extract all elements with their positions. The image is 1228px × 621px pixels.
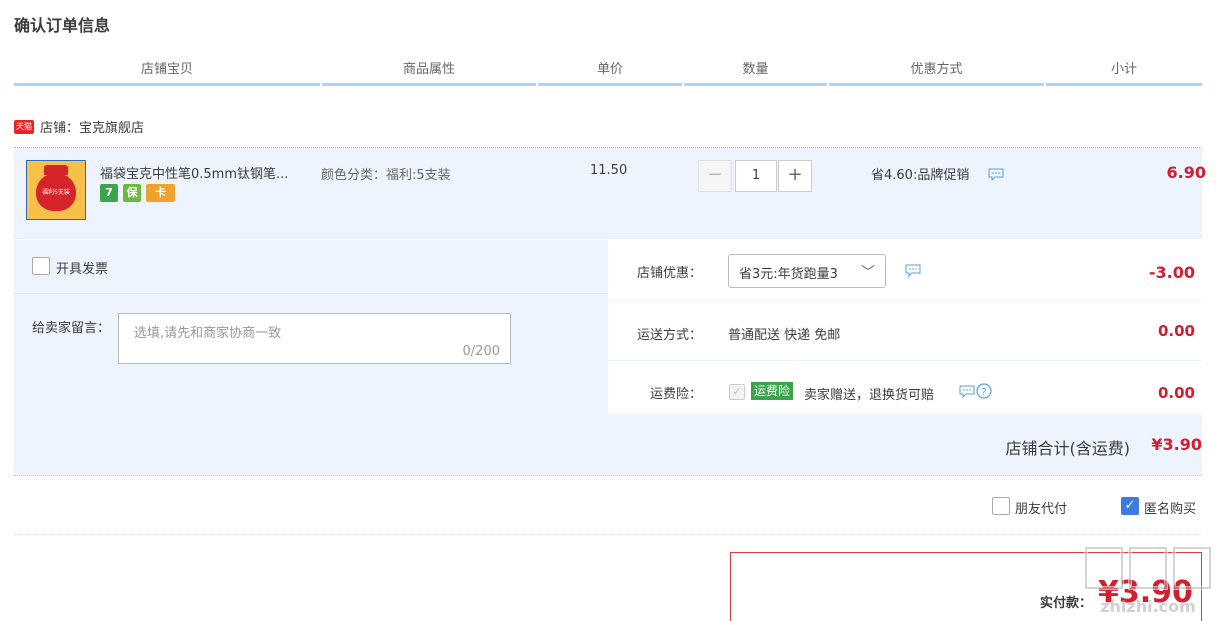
invoice-checkbox[interactable]: [32, 257, 50, 275]
column-header-subtotal: 小计: [1046, 60, 1202, 86]
seller-memo-textarea[interactable]: 选填,请先和商家协商一致 0/200: [118, 313, 511, 364]
plus-icon: +: [787, 164, 803, 185]
column-header-attributes: 商品属性: [322, 60, 536, 86]
shipping-amount: 0.00: [1157, 322, 1195, 340]
friend-pay-checkbox[interactable]: [992, 497, 1010, 515]
message-icon[interactable]: [905, 264, 921, 277]
seven-day-return-icon: 7: [100, 184, 118, 202]
column-header-shop-items: 店铺宝贝: [14, 60, 320, 86]
quantity-increase-button[interactable]: +: [778, 160, 812, 192]
message-icon[interactable]: [959, 385, 975, 398]
anonymous-purchase-checkbox[interactable]: ✓: [1121, 497, 1139, 515]
shop-name[interactable]: 店铺：宝克旗舰店: [40, 117, 144, 136]
column-header-quantity: 数量: [684, 60, 827, 86]
svg-text:?: ?: [981, 387, 986, 398]
memo-label: 给卖家留言：: [32, 321, 111, 336]
quantity-decrease-button[interactable]: −: [698, 160, 732, 192]
divider: [608, 300, 1202, 301]
chevron-down-icon: ﹀: [861, 265, 875, 281]
shipping-label: 运送方式：: [636, 328, 702, 343]
watermark-logo: zhizhi.com: [1084, 546, 1212, 616]
quantity-input[interactable]: 1: [735, 160, 777, 192]
shop-total-label: 店铺合计(含运费): [1005, 439, 1131, 458]
anonymous-purchase-label: 匿名购买: [1144, 502, 1197, 517]
guarantee-icon: 保: [123, 184, 141, 202]
question-icon[interactable]: ?: [976, 383, 992, 399]
insurance-label: 运费险：: [649, 387, 702, 402]
item-thumbnail[interactable]: 福利5支装: [26, 160, 86, 220]
shop-coupon-selected: 省3元:年货跑量3: [739, 267, 838, 282]
divider: [14, 293, 608, 294]
shop-coupon-label: 店铺优惠：: [636, 266, 702, 281]
insurance-amount: 0.00: [1157, 384, 1195, 402]
svg-text:zhizhi.com: zhizhi.com: [1100, 597, 1196, 616]
column-header-unit-price: 单价: [538, 60, 682, 86]
item-attributes: 颜色分类：福利:5支装: [321, 168, 451, 183]
column-header-discount: 优惠方式: [829, 60, 1044, 86]
shipping-method: 普通配送 快递 免邮: [728, 328, 841, 343]
divider: [14, 534, 1202, 535]
divider: [608, 360, 1202, 361]
shop-coupon-amount: -3.00: [1148, 263, 1195, 282]
item-unit-price: 11.50: [590, 163, 628, 178]
item-panel: [14, 147, 1202, 239]
memo-char-counter: 0/200: [462, 344, 500, 359]
thumb-caption: 福利5支装: [42, 189, 70, 196]
page-title: 确认订单信息: [14, 16, 111, 35]
shop-total-value: ¥3.90: [1151, 435, 1202, 454]
item-promotion: 省4.60:品牌促销: [871, 168, 970, 183]
insurance-checkbox: ✓: [729, 384, 745, 400]
shop-row: 天猫 店铺：宝克旗舰店: [14, 117, 144, 136]
check-icon: ✓: [1124, 498, 1136, 513]
message-icon[interactable]: [988, 168, 1004, 181]
credit-card-icon: 卡: [146, 184, 175, 202]
memo-placeholder: 选填,请先和商家协商一致: [134, 326, 282, 341]
item-subtotal: 6.90: [1166, 163, 1206, 182]
shop-coupon-select[interactable]: 省3元:年货跑量3 ﹀: [728, 254, 886, 288]
item-name-link[interactable]: 福袋宝克中性笔0.5mm钛钢笔...: [100, 163, 312, 182]
tmall-badge-icon: 天猫: [14, 119, 34, 134]
check-icon: ✓: [732, 385, 742, 398]
invoice-label: 开具发票: [56, 262, 109, 277]
insurance-badge: 运费险: [751, 382, 794, 400]
friend-pay-label: 朋友代付: [1015, 502, 1068, 517]
minus-icon: −: [707, 164, 723, 185]
insurance-description: 卖家赠送，退换货可赔: [804, 388, 935, 403]
